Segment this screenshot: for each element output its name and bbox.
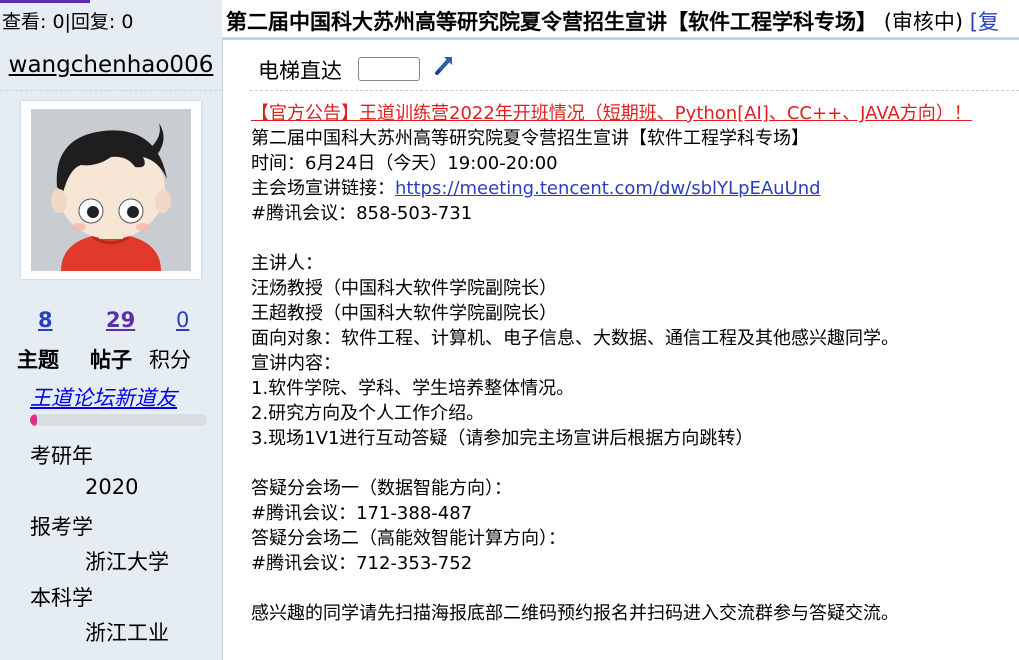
profile-value-target-school: 浙江大学 [85, 550, 169, 574]
main-venue-line: 主会场宣讲链接：https://meeting.tencent.com/dw/s… [251, 176, 1019, 201]
points-count[interactable]: 0 [176, 308, 189, 332]
main-venue-label: 主会场宣讲链接： [251, 178, 395, 199]
audience-line: 面向对象：软件工程、计算机、电子信息、大数据、通信工程及其他感兴趣同学。 [251, 328, 899, 349]
content-item-1: 1.软件学院、学科、学生培养整体情况。 [251, 378, 575, 399]
content-heading: 宣讲内容： [251, 353, 341, 374]
announcement-link[interactable]: 【官方公告】王道训练营2022年开班情况（短期班、Python[AI]、CC++… [251, 103, 972, 124]
author-username[interactable]: wangchenhao006 [0, 52, 222, 78]
post-content: 【官方公告】王道训练营2022年开班情况（短期班、Python[AI]、CC++… [251, 101, 1019, 626]
profile-label-undergrad-school: 本科学 [30, 586, 93, 610]
accent-strip [0, 0, 90, 3]
content-item-3: 3.现场1V1进行互动答疑（请参加完主场宣讲后根据方向跳转） [251, 428, 754, 449]
posts-label: 帖子 [90, 348, 132, 372]
qa-venue-1-title: 答疑分会场一（数据智能方向）： [251, 478, 512, 499]
topics-count[interactable]: 8 [38, 308, 53, 332]
posts-count[interactable]: 29 [106, 308, 135, 332]
topics-label: 主题 [17, 348, 59, 372]
view-reply-count: 查看: 0|回复: 0 [2, 11, 134, 33]
speaker-2: 王超教授（中国科大软件学院副院长） [251, 303, 557, 324]
thread-title: 第二届中国科大苏州高等研究院夏令营招生宣讲【软件工程学科专场】 [226, 10, 877, 34]
view-reply-stats: 查看: 0|回复: 0 [0, 0, 222, 39]
profile-value-undergrad-school: 浙江工业 [85, 621, 169, 645]
floor-jump-label: 电梯直达 [258, 59, 342, 83]
profile-label-target-school: 报考学 [30, 515, 93, 539]
thread-title-row: 第二届中国科大苏州高等研究院夏令营招生宣讲【软件工程学科专场】 (审核中) [复 [226, 6, 999, 36]
post-heading: 第二届中国科大苏州高等研究院夏令营招生宣讲【软件工程学科专场】 [251, 128, 809, 149]
profile-value-exam-year: 2020 [85, 475, 139, 499]
post-time: 时间：6月24日（今天）19:00-20:00 [251, 153, 558, 174]
speaker-1: 汪炀教授（中国科大软件学院副院长） [251, 278, 557, 299]
author-sidebar: wangchenhao006 8 29 0 主题 帖子 积分 王道论坛新道友 考… [0, 38, 223, 660]
qa-venue-1-meeting-id: #腾讯会议：171-388-487 [251, 503, 473, 524]
qa-venue-2-title: 答疑分会场二（高能效智能计算方向）： [251, 528, 566, 549]
avatar-cartoon-image [31, 109, 191, 271]
rank-progress-fill [30, 414, 38, 426]
qa-venue-2-meeting-id: #腾讯会议：712-353-752 [251, 553, 473, 574]
meeting-url-link[interactable]: https://meeting.tencent.com/dw/sblYLpEAu… [395, 178, 821, 199]
sidebar-divider [0, 90, 222, 91]
profile-label-exam-year: 考研年 [30, 444, 93, 468]
closing-note: 感兴趣的同学请先扫描海报底部二维码预约报名并扫码进入交流群参与答疑交流。 [251, 603, 899, 624]
content-item-2: 2.研究方向及个人工作介绍。 [251, 403, 485, 424]
user-rank[interactable]: 王道论坛新道友 [30, 382, 177, 412]
floor-jump-input[interactable] [358, 57, 420, 81]
points-label: 积分 [149, 348, 191, 372]
content-divider [250, 90, 1019, 91]
thread-header: 查看: 0|回复: 0 第二届中国科大苏州高等研究院夏令营招生宣讲【软件工程学科… [0, 0, 1019, 40]
avatar[interactable] [21, 101, 201, 279]
main-meeting-id: #腾讯会议：858-503-731 [251, 203, 473, 224]
review-status: (审核中) [883, 10, 964, 34]
reply-link[interactable]: [复 [970, 10, 999, 34]
jump-arrow-icon[interactable] [434, 53, 456, 81]
rank-progress-bar [30, 414, 207, 426]
speakers-heading: 主讲人： [251, 253, 323, 274]
header-divider [222, 37, 1019, 40]
